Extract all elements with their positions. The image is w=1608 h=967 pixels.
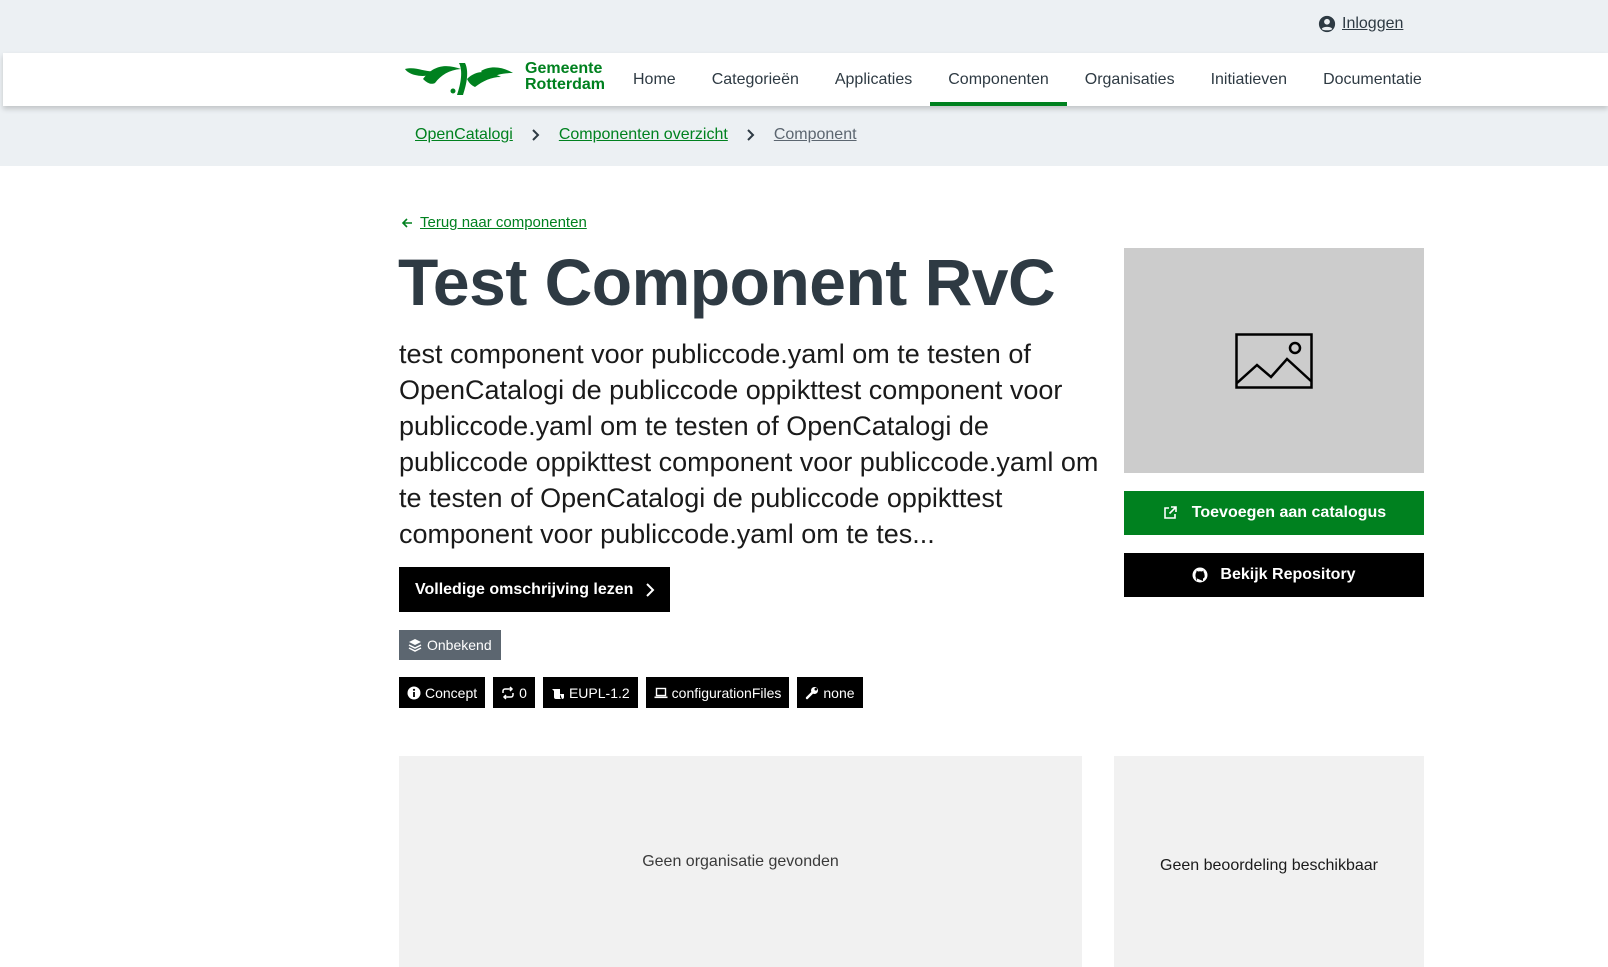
- view-repository-button[interactable]: Bekijk Repository: [1124, 553, 1424, 597]
- arrow-left-icon: [401, 217, 412, 228]
- nav-item-initiatieven[interactable]: Initiatieven: [1193, 53, 1306, 106]
- chevron-right-icon: [646, 582, 655, 597]
- layer-badge-label: Onbekend: [427, 637, 492, 653]
- layer-badge: Onbekend: [399, 630, 501, 660]
- forks-badge-label: 0: [519, 684, 527, 701]
- rating-card: Geen beoordeling beschikbaar: [1114, 756, 1424, 967]
- organization-card: Geen organisatie gevonden: [399, 756, 1082, 967]
- status-badge: Concept: [399, 677, 486, 708]
- read-more-label: Volledige omschrijving lezen: [415, 580, 634, 598]
- nav-item-applicaties[interactable]: Applicaties: [817, 53, 930, 106]
- add-to-catalog-label: Toevoegen aan catalogus: [1191, 504, 1387, 521]
- external-link-icon: [1163, 506, 1177, 519]
- organization-empty-text: Geen organisatie gevonden: [642, 852, 839, 870]
- breadcrumb-opencatalogi[interactable]: OpenCatalogi: [415, 126, 513, 144]
- chevron-right-icon: [532, 129, 540, 141]
- page-title: Test Component RvC: [398, 245, 1056, 319]
- login-link[interactable]: Inloggen: [1318, 15, 1403, 33]
- component-image-placeholder: [1124, 248, 1424, 473]
- badge-list: Concept 0 EUPL-1.2 configurationFiles no…: [399, 677, 863, 708]
- license-badge: EUPL-1.2: [542, 677, 638, 708]
- login-label: Inloggen: [1342, 15, 1404, 32]
- platform-badge: configurationFiles: [645, 677, 790, 708]
- add-to-catalog-button[interactable]: Toevoegen aan catalogus: [1124, 491, 1424, 535]
- nav-item-documentatie[interactable]: Documentatie: [1305, 53, 1440, 106]
- logo-text: Gemeente Rotterdam: [525, 61, 605, 93]
- user-circle-icon: [1318, 15, 1336, 33]
- breadcrumb-componenten-overzicht[interactable]: Componenten overzicht: [559, 126, 728, 144]
- component-description: test component voor publiccode.yaml om t…: [399, 339, 1099, 549]
- platform-badge-label: configurationFiles: [671, 684, 782, 701]
- back-link[interactable]: Terug naar componenten: [400, 214, 587, 231]
- rotterdam-logo[interactable]: Gemeente Rotterdam: [403, 57, 605, 97]
- breadcrumb: OpenCatalogi Componenten overzicht Compo…: [415, 126, 857, 144]
- scroll-icon: [551, 688, 564, 699]
- logo-line-2: Rotterdam: [525, 76, 606, 93]
- layers-icon: [408, 639, 422, 652]
- main-navigation: Gemeente Rotterdam Home Categorieën Appl…: [3, 53, 1608, 106]
- nav-item-home[interactable]: Home: [615, 53, 694, 106]
- view-repository-label: Bekijk Repository: [1220, 566, 1356, 583]
- laptop-icon: [654, 687, 668, 698]
- maintenance-badge: none: [797, 677, 863, 708]
- license-badge-label: EUPL-1.2: [568, 684, 630, 701]
- read-full-description-button[interactable]: Volledige omschrijving lezen: [399, 567, 670, 612]
- wrench-icon: [806, 686, 819, 699]
- breadcrumb-component[interactable]: Component: [774, 126, 857, 144]
- github-icon: [1192, 567, 1208, 583]
- nav-item-organisaties[interactable]: Organisaties: [1067, 53, 1193, 106]
- repeat-icon: [502, 685, 514, 700]
- rating-empty-text: Geen beoordeling beschikbaar: [1160, 856, 1378, 874]
- forks-badge: 0: [493, 677, 535, 708]
- back-link-label: Terug naar componenten: [420, 214, 587, 231]
- status-badge-label: Concept: [425, 684, 478, 701]
- chevron-right-icon: [747, 129, 755, 141]
- info-icon: [407, 686, 421, 699]
- nav-item-componenten[interactable]: Componenten: [930, 53, 1067, 106]
- nav-items: Home Categorieën Applicaties Componenten…: [615, 53, 1440, 106]
- image-icon: [1235, 332, 1313, 389]
- nav-item-categorieen[interactable]: Categorieën: [694, 53, 817, 106]
- rotterdam-logo-icon: [405, 63, 513, 95]
- maintenance-badge-label: none: [823, 684, 855, 701]
- logo-line-1: Gemeente: [525, 60, 603, 77]
